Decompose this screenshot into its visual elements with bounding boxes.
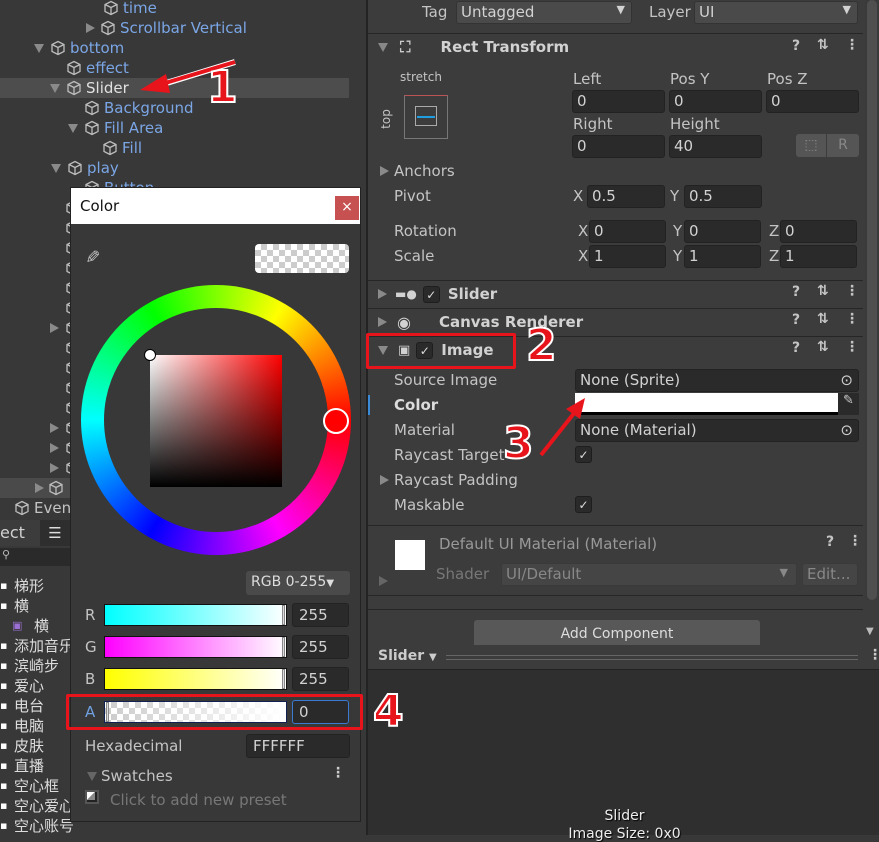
arrow-1-head: [140, 74, 170, 93]
annotation-box-image: [366, 333, 516, 369]
annotation-1: 1: [206, 61, 239, 114]
arrow-3-head: [566, 398, 585, 419]
annotation-box-alpha: [66, 694, 363, 730]
annotation-4: 4: [372, 685, 405, 738]
annotation-2: 2: [525, 319, 558, 372]
annotation-3: 3: [502, 417, 535, 470]
